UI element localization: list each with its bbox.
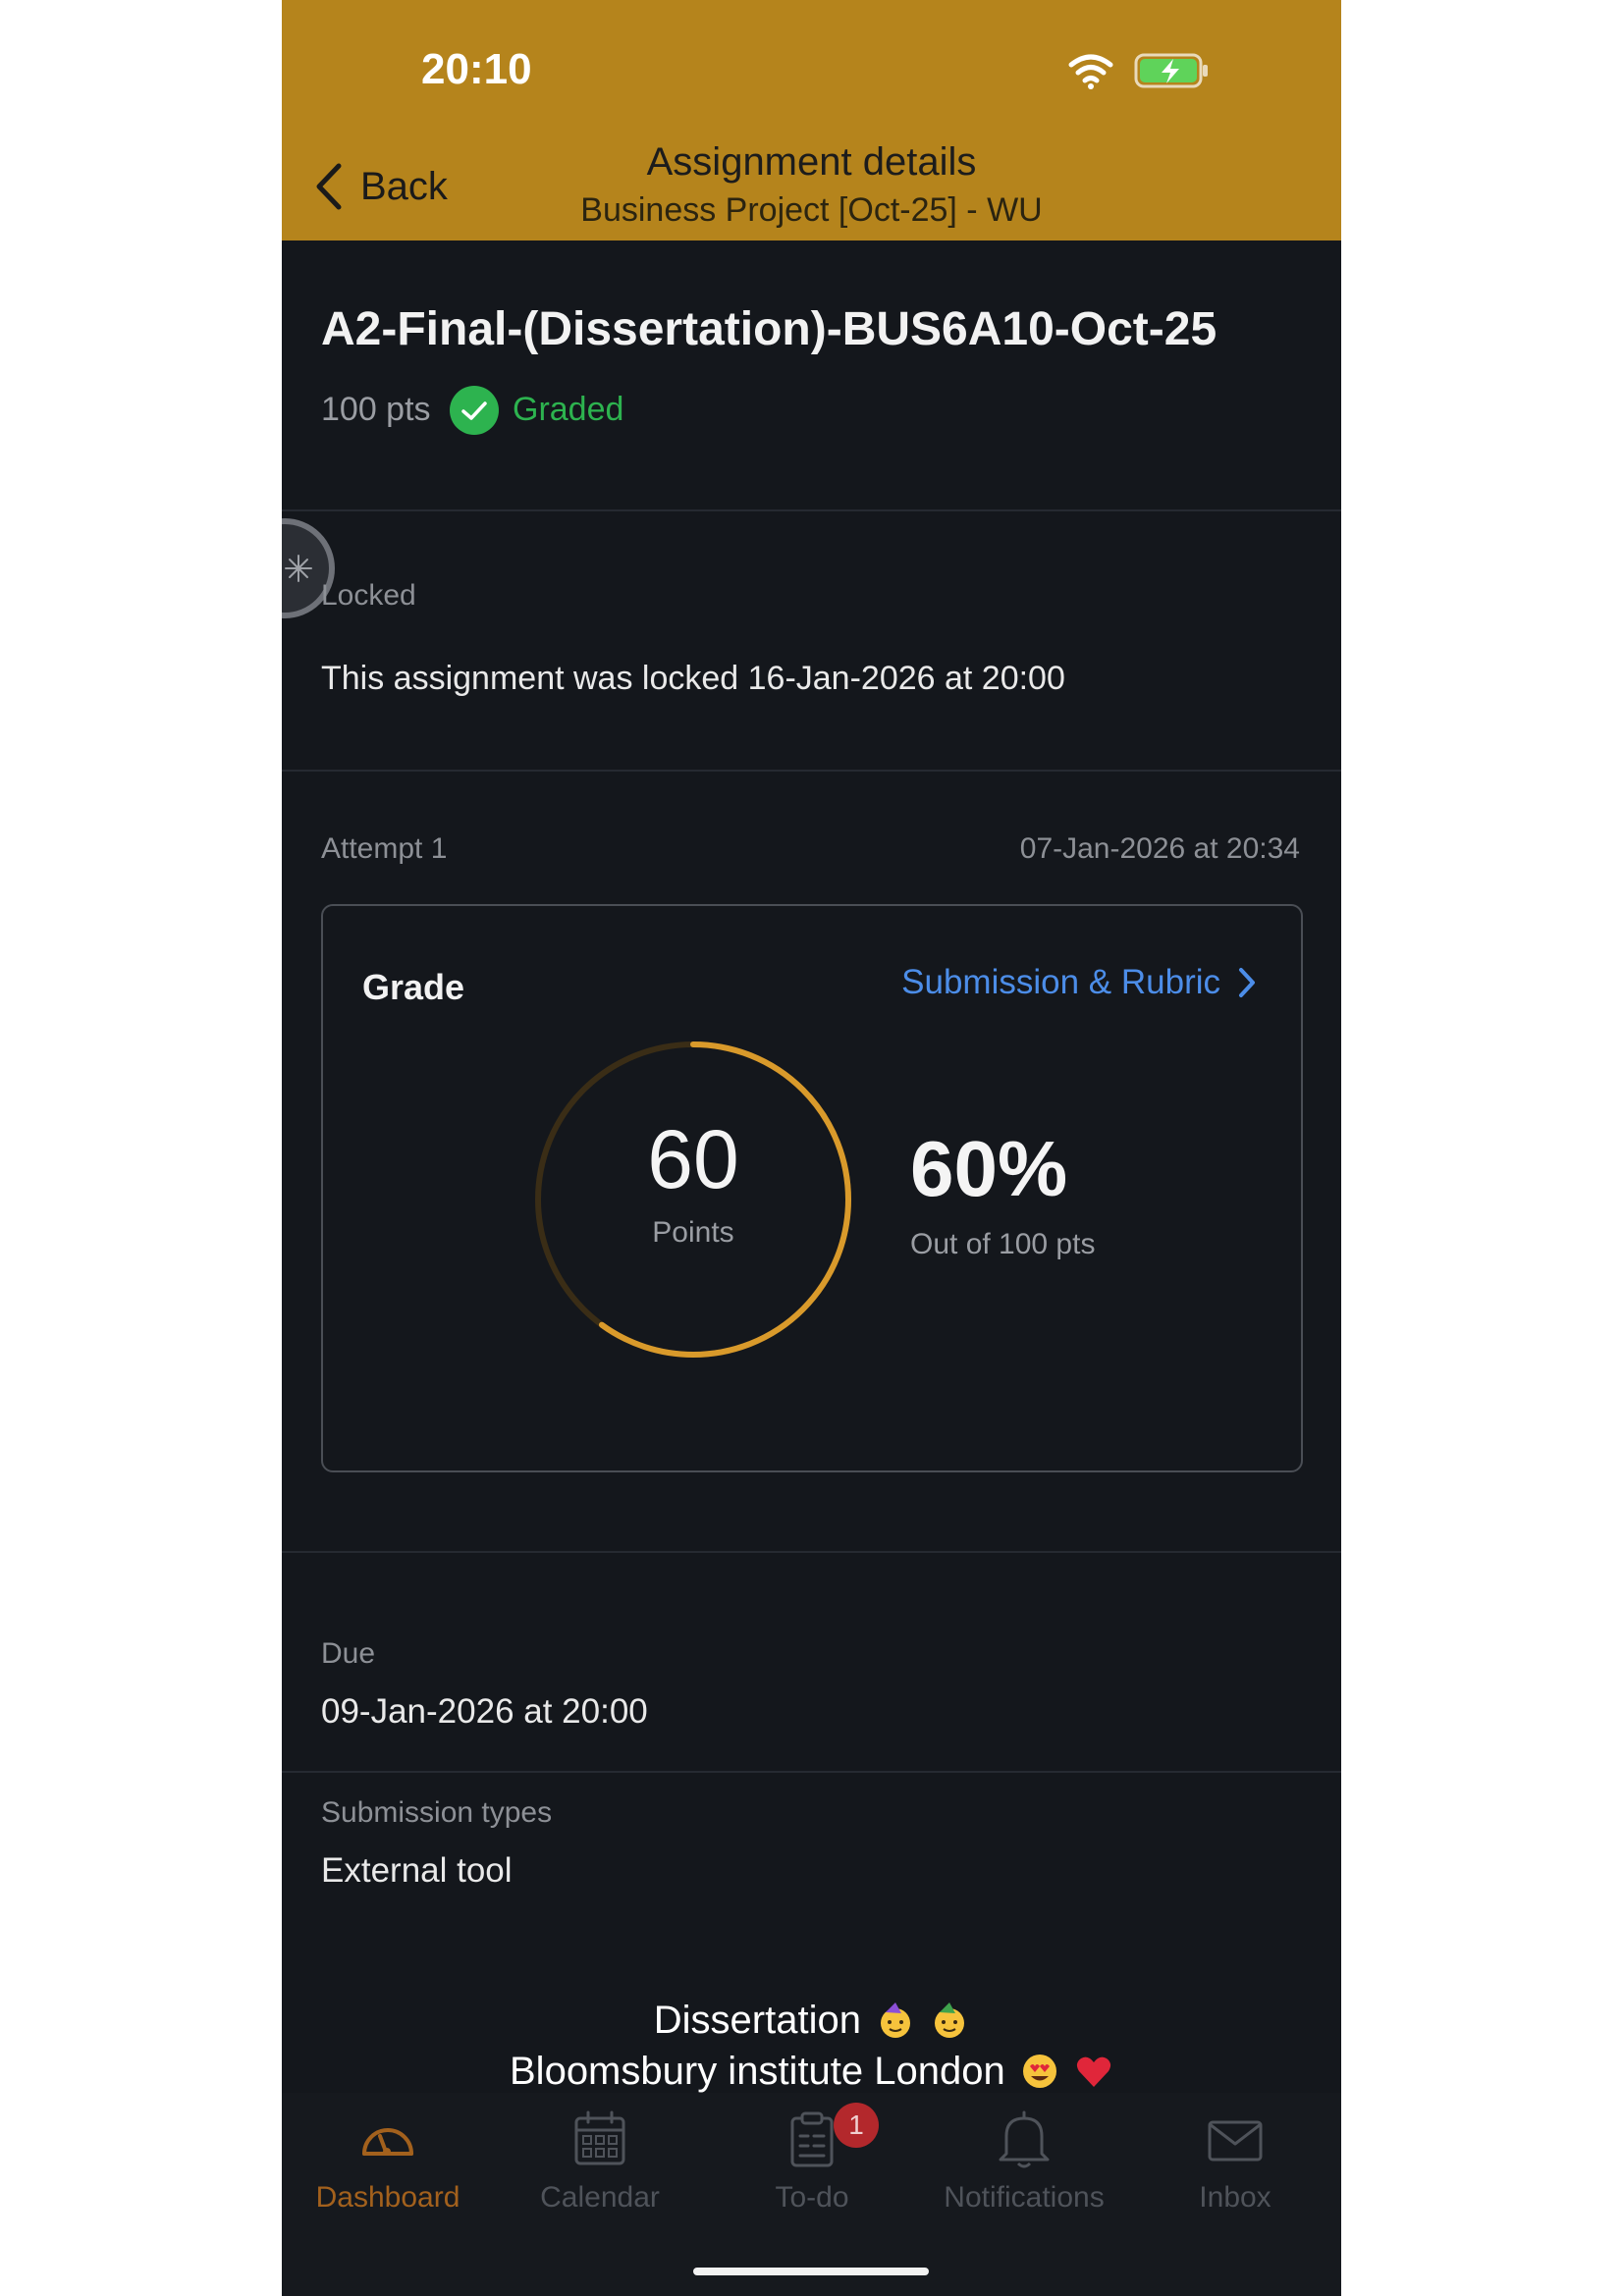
submission-types-value: External tool: [321, 1851, 513, 1890]
party-face-emoji-icon: [935, 2002, 965, 2038]
tab-label: To-do: [775, 2181, 849, 2214]
divider: [282, 1771, 1341, 1773]
submission-rubric-link[interactable]: Submission & Rubric: [901, 963, 1258, 1002]
locked-label: Locked: [321, 579, 416, 612]
assignment-points: 100 pts: [321, 391, 431, 428]
submission-rubric-label: Submission & Rubric: [901, 963, 1220, 1001]
tab-label: Dashboard: [315, 2181, 460, 2214]
calendar-icon: [574, 2110, 625, 2165]
caption-text: Dissertation: [653, 1999, 861, 2042]
tab-calendar[interactable]: Calendar: [494, 2109, 706, 2236]
tab-todo[interactable]: 1 To-do: [706, 2103, 918, 2236]
tab-label: Inbox: [1199, 2181, 1271, 2214]
locked-message: This assignment was locked 16-Jan-2026 a…: [321, 660, 1065, 697]
bell-icon: [999, 2110, 1050, 2168]
course-subtitle: Business Project [Oct-25] - WU: [580, 191, 1043, 229]
home-indicator[interactable]: [693, 2268, 929, 2275]
caption-line-1: Dissertation: [282, 1999, 1341, 2043]
bottom-tab-bar: Dashboard Calendar 1 To-do Notifications…: [282, 2093, 1341, 2296]
grade-label: Grade: [362, 967, 465, 1007]
tab-label: Notifications: [944, 2181, 1105, 2214]
score-out-of: Out of 100 pts: [910, 1228, 1096, 1260]
grade-card: Grade Submission & Rubric 60 Points 60% …: [321, 904, 1303, 1472]
wifi-icon: [1068, 54, 1113, 89]
check-circle-icon: [450, 386, 499, 435]
caption-line-2: Bloomsbury institute London: [282, 2050, 1341, 2094]
party-face-emoji-icon: [881, 2002, 911, 2038]
red-heart-emoji-icon: [1076, 2056, 1111, 2087]
divider: [282, 509, 1341, 511]
score-percent: 60%: [910, 1125, 1068, 1212]
todo-count-badge: 1: [834, 2103, 879, 2148]
attempt-label: Attempt 1: [321, 832, 448, 865]
chevron-right-icon: [1239, 968, 1255, 997]
envelope-icon: [1208, 2120, 1263, 2162]
tab-dashboard[interactable]: Dashboard: [282, 2109, 494, 2236]
attempt-date: 07-Jan-2026 at 20:34: [1019, 832, 1300, 865]
status-bar-time: 20:10: [421, 45, 532, 93]
tab-notifications[interactable]: Notifications: [918, 2109, 1130, 2236]
assignment-title: A2-Final-(Dissertation)-BUS6A10-Oct-25: [321, 303, 1217, 355]
sparkle-icon: [285, 555, 312, 582]
dashboard-gauge-icon: [362, 2128, 413, 2156]
score-value: 60: [647, 1113, 739, 1205]
submission-types-label: Submission types: [321, 1796, 553, 1829]
phone-screen: 20:10 Back Assignment details Business P…: [282, 0, 1341, 2296]
tab-inbox[interactable]: Inbox: [1129, 2109, 1341, 2236]
score-unit: Points: [652, 1216, 734, 1249]
graded-status: Graded: [513, 391, 624, 428]
heart-eyes-emoji-icon: [1022, 2055, 1056, 2088]
app-header: 20:10 Back Assignment details Business P…: [282, 0, 1341, 240]
divider: [282, 770, 1341, 772]
page-title: Assignment details: [646, 140, 977, 184]
divider: [282, 1551, 1341, 1553]
due-label: Due: [321, 1637, 376, 1670]
battery-charging-icon: [1134, 53, 1208, 88]
tab-label: Calendar: [540, 2181, 660, 2214]
caption-text: Bloomsbury institute London: [510, 2050, 1005, 2093]
due-date: 09-Jan-2026 at 20:00: [321, 1692, 648, 1731]
